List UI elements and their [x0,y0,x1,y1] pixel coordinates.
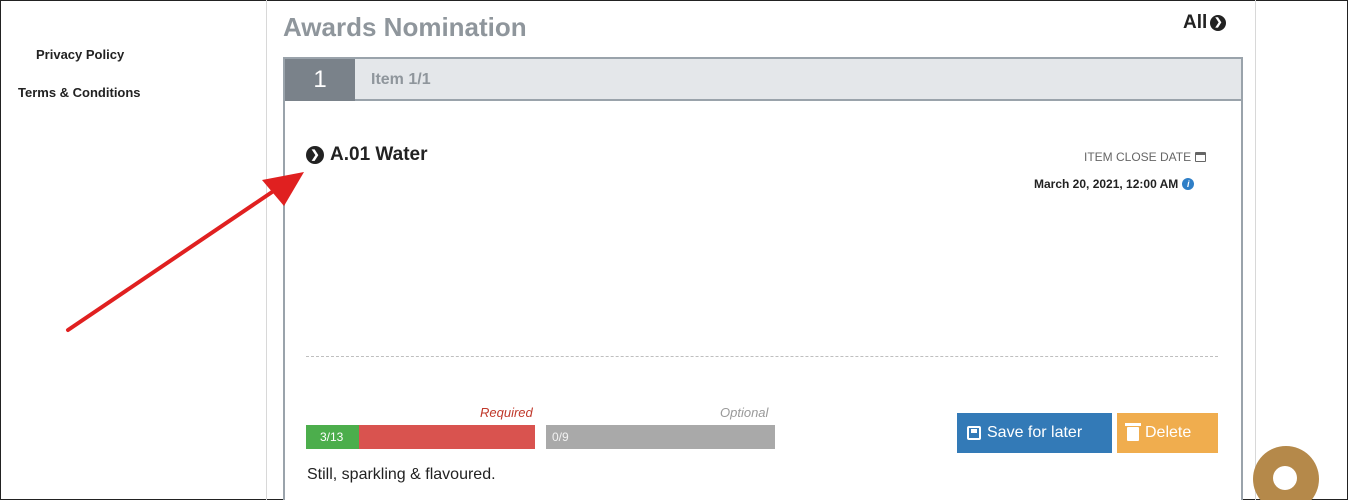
step-number: 1 [285,59,355,101]
required-progress-bar: 3/13 [306,425,535,449]
chevron-down-circle-icon: ❯ [306,146,324,164]
terms-conditions-link[interactable]: Terms & Conditions [18,85,141,100]
all-items-link[interactable]: All ❯ [1183,12,1227,34]
trash-icon [1125,423,1141,441]
calendar-icon [1195,152,1207,162]
info-icon[interactable]: i [1182,178,1195,190]
delete-button[interactable]: Delete [1117,413,1218,453]
optional-progress-bar: 0/9 [546,425,775,449]
chevron-right-circle-icon: ❯ [1210,15,1227,31]
delete-button-label: Delete [1145,424,1192,441]
item-close-date-label: ITEM CLOSE DATE [1084,150,1207,164]
sidebar: Privacy Policy Terms & Conditions [0,0,240,500]
section-divider [306,356,1218,357]
all-link-label: All [1183,12,1208,33]
item-title: A.01 Water [330,144,428,165]
item-description: Still, sparkling & flavoured. [307,466,496,483]
floppy-disk-icon [967,426,981,440]
required-label: Required [480,405,533,420]
page-title: Awards Nomination [283,12,527,42]
step-label: Item 1/1 [371,71,431,88]
save-button-label: Save for later [987,424,1083,441]
privacy-policy-link[interactable]: Privacy Policy [36,47,124,62]
chat-icon [1273,466,1297,490]
item-close-date: March 20, 2021, 12:00 AM i [1034,177,1195,191]
card-header: 1 Item 1/1 [285,59,1241,101]
required-progress-text: 3/13 [320,430,344,444]
item-title-toggle[interactable]: ❯ A.01 Water [306,144,428,166]
optional-label: Optional [720,405,769,420]
close-date-label-text: ITEM CLOSE DATE [1084,150,1192,164]
optional-progress-text: 0/9 [552,430,569,444]
close-date-value: March 20, 2021, 12:00 AM [1034,177,1179,191]
save-for-later-button[interactable]: Save for later [957,413,1112,453]
